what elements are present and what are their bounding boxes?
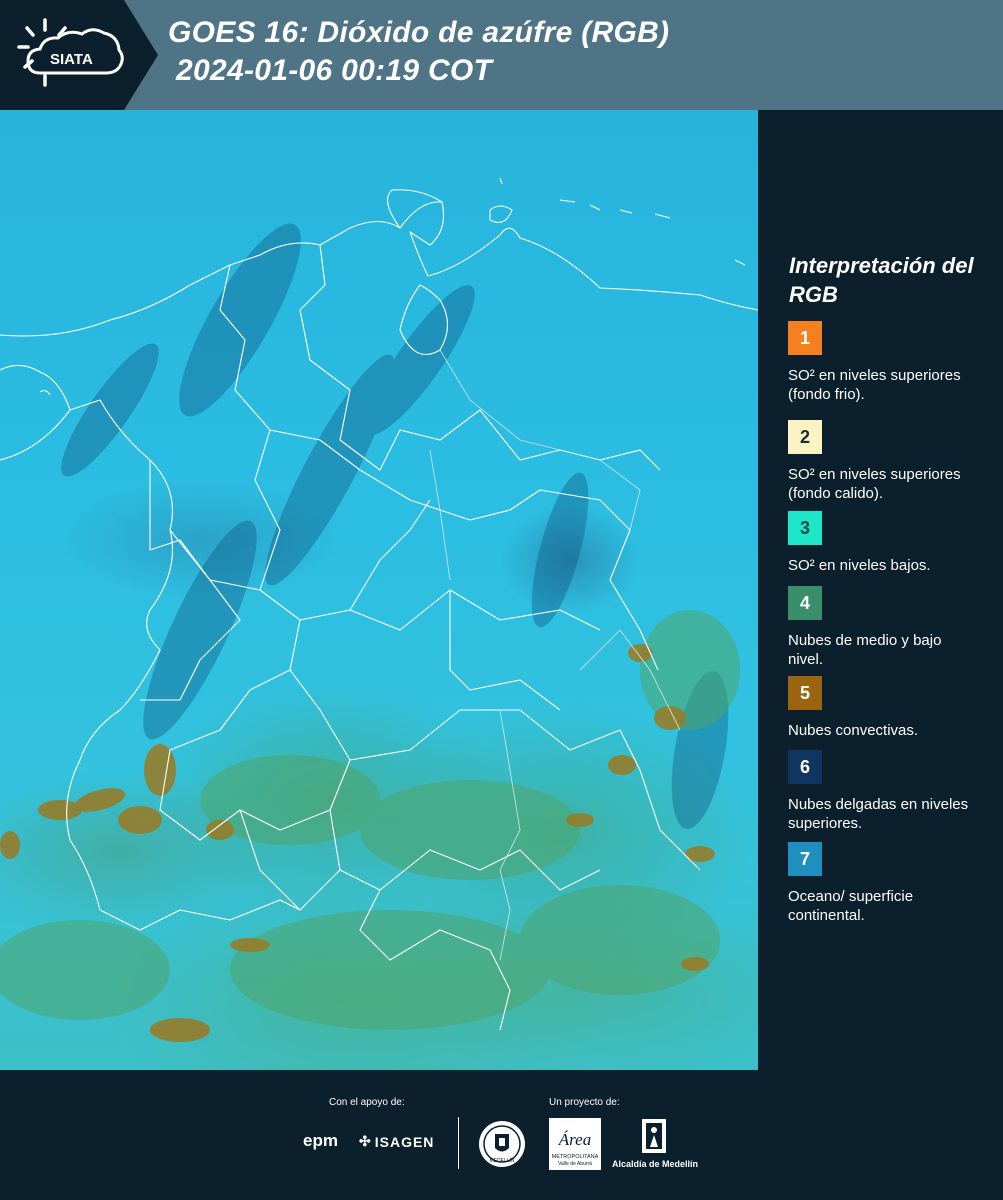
header-bar: SIATA GOES 16: Dióxido de azúfre (RGB) 2… xyxy=(0,0,1003,110)
legend-label-1: SO² en niveles superiores (fondo frio). xyxy=(788,367,961,403)
isagen-logo: ✣ ISAGEN xyxy=(359,1133,434,1150)
isagen-mark-icon: ✣ xyxy=(359,1133,372,1149)
legend-badge-2: 2 xyxy=(788,420,822,454)
satellite-map xyxy=(0,110,758,1070)
legend-label-2: SO² en niveles superiores (fondo calido)… xyxy=(788,466,961,502)
page-timestamp: 2024-01-06 00:19 COT xyxy=(176,54,493,87)
seal-text: MEDELLÍN xyxy=(489,1157,514,1164)
legend-item-6: 6 Nubes delgadas en niveles superiores. xyxy=(788,750,988,833)
legend-label-7: Oceano/ superficie continental. xyxy=(788,888,914,924)
area-logo-text: Área xyxy=(558,1130,591,1149)
legend-badge-5: 5 xyxy=(788,676,822,710)
legend-item-1: 1 SO² en niveles superiores (fondo frio)… xyxy=(788,321,988,404)
page-title: GOES 16: Dióxido de azúfre (RGB) xyxy=(168,16,670,49)
legend-item-5: 5 Nubes convectivas. xyxy=(788,676,988,740)
map-overlay xyxy=(0,177,758,1042)
legend-label-5: Nubes convectivas. xyxy=(788,722,919,739)
legend-label-3: SO² en niveles bajos. xyxy=(788,557,931,574)
epm-logo-text: epm xyxy=(303,1131,338,1150)
legend-label-6: Nubes delgadas en niveles superiores. xyxy=(788,796,969,832)
epm-logo: epm xyxy=(303,1131,338,1151)
medellin-seal-logo: MEDELLÍN xyxy=(478,1120,526,1168)
legend-badge-6: 6 xyxy=(788,750,822,784)
legend-label-4: Nubes de medio y bajo nivel. xyxy=(788,632,942,668)
legend-title: Interpretación del RGB xyxy=(789,253,974,307)
siata-logo: SIATA xyxy=(0,0,158,110)
area-metropolitana-logo: Área METROPOLITANA Valle de Aburrá xyxy=(549,1118,601,1170)
legend-badge-7: 7 xyxy=(788,842,822,876)
legend-item-7: 7 Oceano/ superficie continental. xyxy=(788,842,988,925)
support-label: Con el apoyo de: xyxy=(329,1097,405,1108)
legend-badge-3: 3 xyxy=(788,511,822,545)
legend-item-2: 2 SO² en niveles superiores (fondo calid… xyxy=(788,420,988,503)
alcaldia-medellin-text: Alcaldía de Medellín xyxy=(612,1159,699,1169)
legend-item-3: 3 SO² en niveles bajos. xyxy=(788,511,988,575)
legend-item-4: 4 Nubes de medio y bajo nivel. xyxy=(788,586,988,669)
area-logo-subtext2: Valle de Aburrá xyxy=(558,1161,592,1167)
legend-badge-4: 4 xyxy=(788,586,822,620)
legend-badge-1: 1 xyxy=(788,321,822,355)
siata-logo-text: SIATA xyxy=(50,51,93,68)
isagen-logo-text: ISAGEN xyxy=(374,1133,435,1150)
area-logo-subtext: METROPOLITANA xyxy=(552,1154,599,1160)
footer-divider xyxy=(458,1117,459,1169)
project-label: Un proyecto de: xyxy=(549,1097,620,1108)
